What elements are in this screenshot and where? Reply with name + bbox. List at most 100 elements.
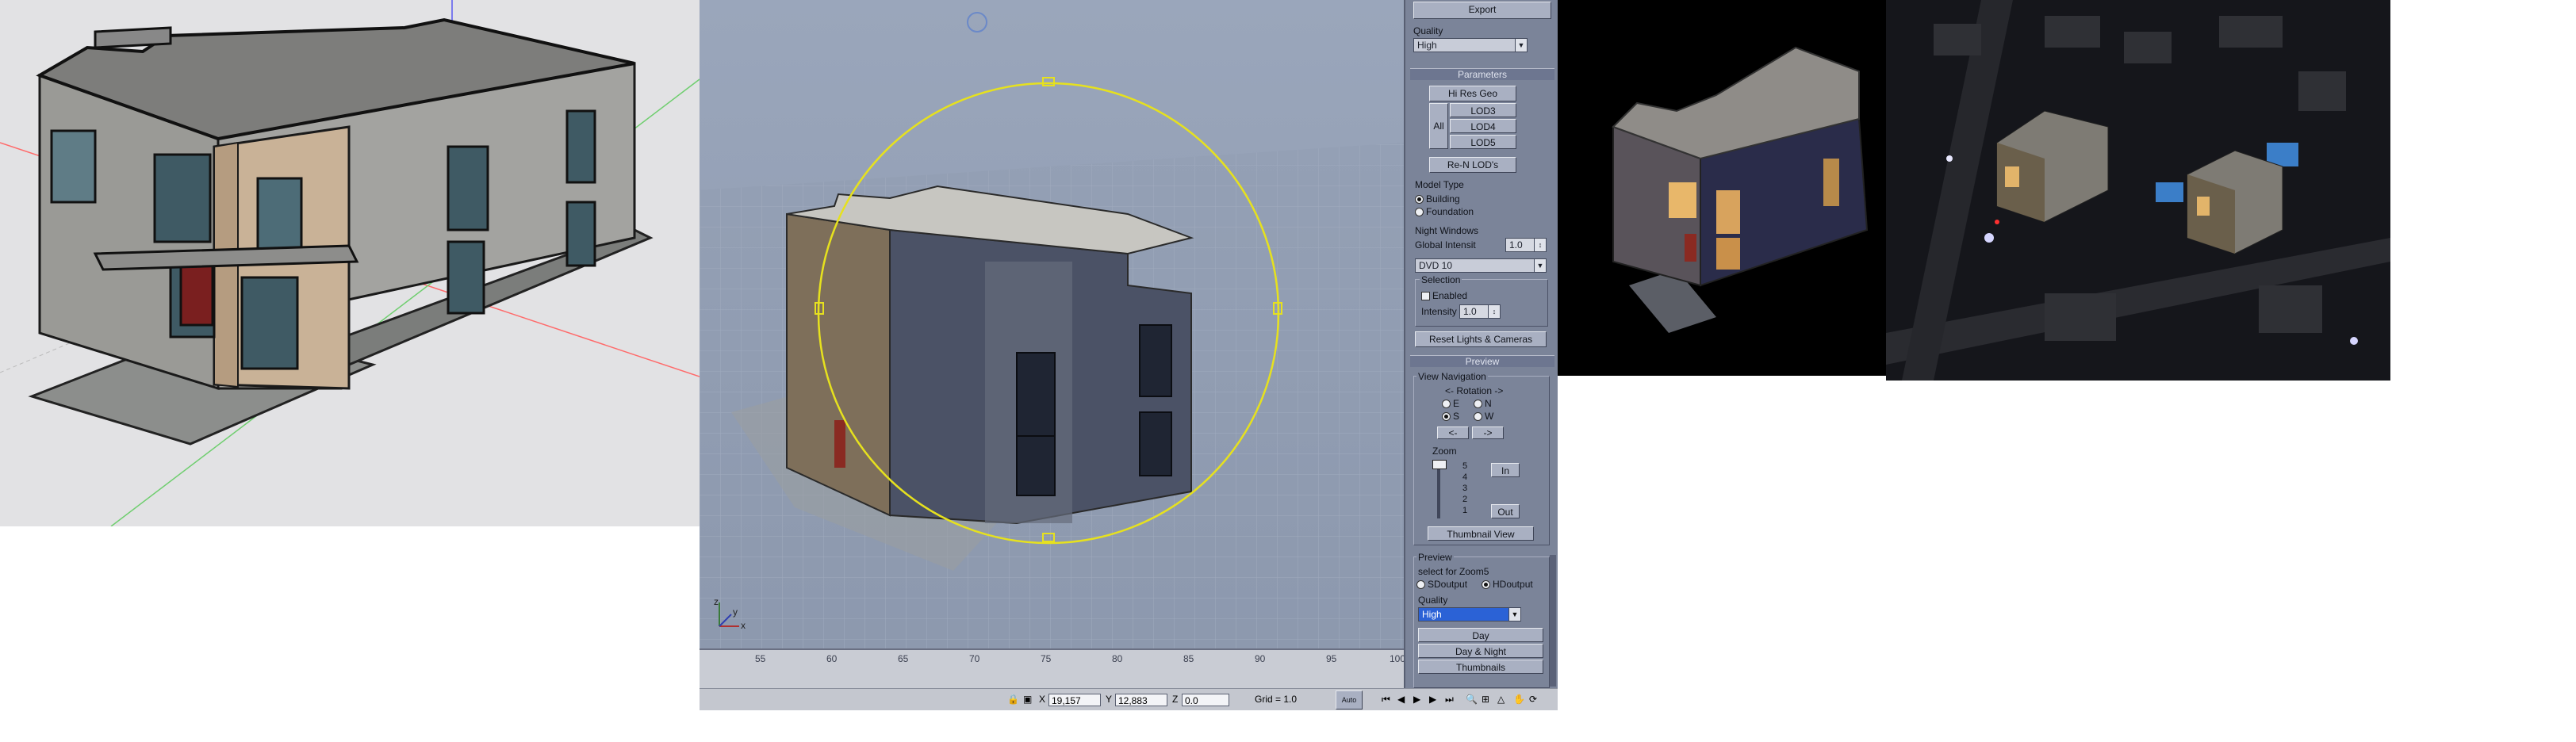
selection-group xyxy=(1415,279,1548,327)
global-intensity-label: Global Intensit xyxy=(1415,239,1476,251)
x-label: X xyxy=(1039,694,1046,705)
sdoutput-radio[interactable]: SDoutput xyxy=(1416,579,1467,590)
building-radio[interactable]: Building xyxy=(1415,193,1460,205)
rotation-w-radio[interactable]: W xyxy=(1474,411,1493,422)
selection-lock-icon[interactable]: ▣ xyxy=(1023,694,1032,705)
rotation-e-radio[interactable]: E xyxy=(1442,398,1459,409)
lock-icon[interactable]: 🔒 xyxy=(1007,694,1019,705)
radio-icon xyxy=(1474,412,1482,422)
zoom-icon[interactable]: 🔍 xyxy=(1466,694,1478,705)
select-zoom-label: select for Zoom5 xyxy=(1418,566,1489,577)
enabled-label: Enabled xyxy=(1432,290,1468,301)
quality-select[interactable]: High ▼ xyxy=(1413,38,1528,52)
play-icon[interactable]: ▶ xyxy=(1413,694,1420,705)
timeline-tick: 85 xyxy=(1183,653,1194,664)
zoom-slider-track[interactable] xyxy=(1437,461,1440,518)
radio-icon xyxy=(1482,580,1490,590)
next-frame-icon[interactable]: ▶ xyxy=(1429,694,1436,705)
timeline-tick: 90 xyxy=(1255,653,1266,664)
go-to-start-icon[interactable]: ⏮ xyxy=(1382,694,1390,706)
street-light xyxy=(2350,337,2358,345)
perspective-viewport[interactable]: z x y xyxy=(700,0,1404,648)
window xyxy=(50,129,97,204)
lit-window xyxy=(1823,159,1839,206)
zoom-in-button[interactable]: In xyxy=(1491,463,1520,477)
preview-label: Preview xyxy=(1416,552,1454,563)
intensity-spinner[interactable]: 1.0 ↕ xyxy=(1459,304,1501,319)
window xyxy=(447,145,489,231)
intensity-label: Intensity xyxy=(1421,306,1457,317)
zoom-out-button[interactable]: Out xyxy=(1491,504,1520,518)
rotation-n-label: N xyxy=(1485,398,1492,409)
night-windows-label: Night Windows xyxy=(1415,225,1479,236)
z-coordinate-field[interactable]: 0.0 xyxy=(1182,694,1229,706)
rotation-e-label: E xyxy=(1453,398,1460,409)
quality-label: Quality xyxy=(1413,25,1443,36)
zoom-level: 4 xyxy=(1462,472,1468,482)
lod5-button[interactable]: LOD5 xyxy=(1450,135,1516,149)
dvd-select[interactable]: DVD 10 ▼ xyxy=(1415,258,1547,273)
y-coordinate-field[interactable]: 12,883 xyxy=(1115,694,1167,706)
status-bar: 🔒 ▣ X 19,157 Y 12,883 Z 0.0 Grid = 1.0 A… xyxy=(700,688,1558,710)
city-render-drawing xyxy=(1886,0,2390,381)
night-city-render xyxy=(1886,0,2390,381)
zoom-label: Zoom xyxy=(1432,446,1457,457)
re-n-lods-button[interactable]: Re-N LOD's xyxy=(1429,157,1516,173)
sketchup-viewport[interactable] xyxy=(0,0,700,526)
radio-icon xyxy=(1416,580,1425,590)
rotate-left-button[interactable]: <- xyxy=(1437,426,1469,439)
timeline-tick: 65 xyxy=(898,653,909,664)
window xyxy=(1016,435,1056,496)
reset-lights-cameras-button[interactable]: Reset Lights & Cameras xyxy=(1415,331,1547,347)
parameters-header[interactable]: Parameters xyxy=(1410,68,1554,80)
field-of-view-icon[interactable]: △ xyxy=(1497,694,1505,705)
night-render-building xyxy=(1558,0,1886,376)
window xyxy=(565,109,596,184)
enabled-checkbox[interactable]: Enabled xyxy=(1421,290,1467,301)
x-coordinate-field[interactable]: 19,157 xyxy=(1048,694,1101,706)
pan-icon[interactable]: ✋ xyxy=(1513,694,1525,705)
radio-icon xyxy=(1474,400,1482,409)
lod3-button[interactable]: LOD3 xyxy=(1450,103,1516,117)
foundation-label: Foundation xyxy=(1426,206,1474,217)
rotation-n-radio[interactable]: N xyxy=(1474,398,1492,409)
thumbnails-button[interactable]: Thumbnails xyxy=(1418,660,1543,674)
export-button[interactable]: Export xyxy=(1413,2,1551,19)
thumbnail-view-button[interactable]: Thumbnail View xyxy=(1428,526,1534,541)
y-label: Y xyxy=(1106,694,1113,705)
rollout-scrollbar[interactable] xyxy=(1550,555,1556,687)
rotation-s-radio[interactable]: S xyxy=(1442,411,1459,422)
zoom-all-icon[interactable]: ⊞ xyxy=(1482,694,1489,705)
hdoutput-radio[interactable]: HDoutput xyxy=(1482,579,1533,590)
hi-res-geo-button[interactable]: Hi Res Geo xyxy=(1429,86,1516,101)
axis-y-label: y xyxy=(733,606,738,618)
radio-icon xyxy=(1415,195,1424,205)
sketchup-model-drawing xyxy=(0,0,700,526)
preview-quality-select[interactable]: High ▼ xyxy=(1418,607,1521,622)
window xyxy=(240,276,299,370)
window xyxy=(447,240,485,315)
global-intensity-spinner[interactable]: 1.0 ↕ xyxy=(1505,238,1547,252)
building-left-face xyxy=(786,212,891,517)
auto-key-button[interactable]: Auto Key xyxy=(1336,690,1363,709)
global-intensity-value: 1.0 xyxy=(1509,239,1523,251)
previous-frame-icon[interactable]: ◀ xyxy=(1397,694,1405,705)
day-button[interactable]: Day xyxy=(1418,628,1543,642)
door xyxy=(834,420,845,468)
rotate-right-button[interactable]: -> xyxy=(1472,426,1504,439)
go-to-end-icon[interactable]: ⏭ xyxy=(1445,694,1454,706)
day-night-button[interactable]: Day & Night xyxy=(1418,644,1543,658)
max-application-window: z x y 55 60 65 70 75 80 85 90 95 100 🔒 ▣… xyxy=(700,0,1558,710)
all-lods-button[interactable]: All xyxy=(1429,103,1448,149)
timeline-track[interactable]: 55 60 65 70 75 80 85 90 95 100 xyxy=(700,648,1405,690)
radio-icon xyxy=(1442,400,1451,409)
preview-header[interactable]: Preview xyxy=(1410,355,1554,367)
pool xyxy=(2156,182,2183,202)
orbit-icon[interactable]: ⟳ xyxy=(1529,694,1537,705)
timeline-tick: 80 xyxy=(1112,653,1123,664)
radio-icon xyxy=(1415,208,1424,217)
window xyxy=(1139,411,1172,476)
zoom-slider-handle[interactable] xyxy=(1432,460,1447,469)
lod4-button[interactable]: LOD4 xyxy=(1450,119,1516,133)
foundation-radio[interactable]: Foundation xyxy=(1415,206,1474,217)
